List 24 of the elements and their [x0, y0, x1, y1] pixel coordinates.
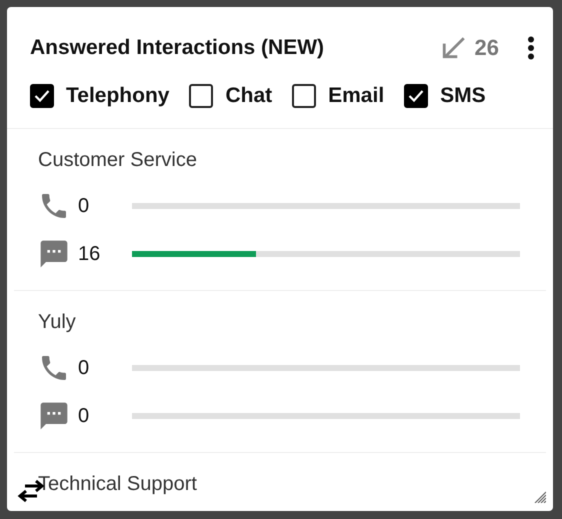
resize-grip-icon[interactable]: [534, 491, 546, 503]
message-icon: [38, 238, 70, 270]
checkbox-label: Email: [328, 84, 384, 108]
arrow-icon: [440, 35, 467, 61]
group-name: Technical Support: [38, 473, 198, 496]
widget-title: Answered Interactions (NEW): [30, 36, 326, 60]
checkbox-label: SMS: [440, 84, 486, 108]
checkmark-icon: [408, 89, 424, 103]
checkmark-icon: [34, 89, 50, 103]
total-count: 26: [474, 35, 499, 61]
more-menu-icon[interactable]: [527, 36, 535, 60]
count: 0: [78, 404, 90, 428]
message-icon: [38, 400, 70, 432]
checkbox[interactable]: [292, 84, 316, 108]
checkbox[interactable]: [30, 84, 54, 108]
checkbox[interactable]: [404, 84, 428, 108]
group-name: Customer Service: [38, 149, 198, 172]
checkbox-label: Chat: [225, 84, 272, 108]
count: 16: [78, 242, 102, 266]
count: 0: [78, 356, 90, 380]
count: 0: [78, 194, 90, 218]
group-name: Yuly: [38, 311, 77, 334]
checkbox-label: Telephony: [66, 84, 170, 108]
checkbox[interactable]: [189, 84, 214, 108]
